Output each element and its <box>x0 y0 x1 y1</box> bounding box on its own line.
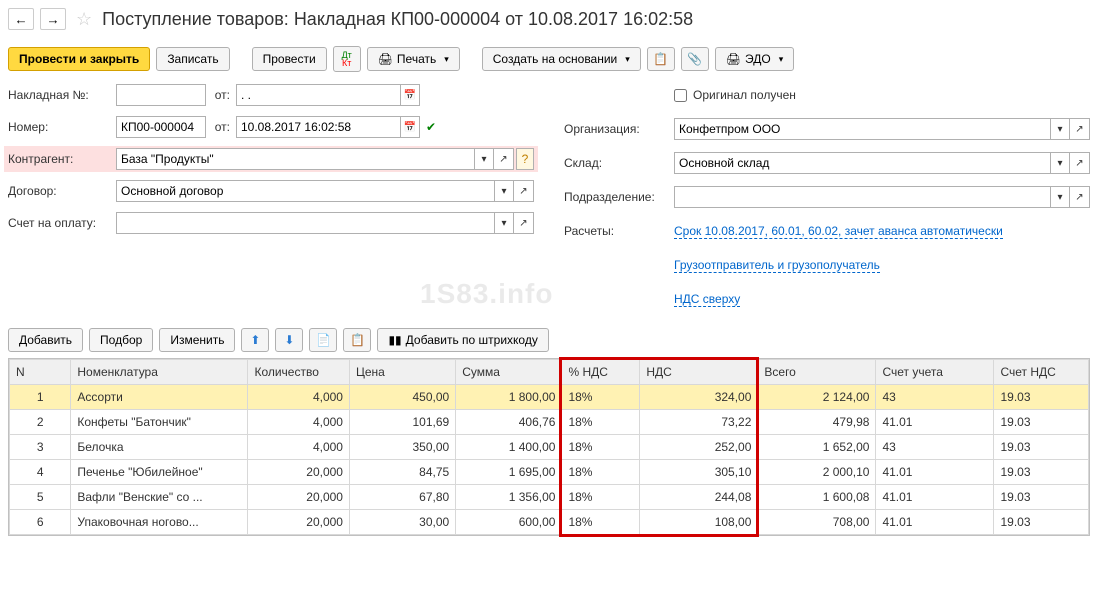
move-down-button[interactable]: ⬇ <box>275 328 303 352</box>
original-received-checkbox[interactable]: Оригинал получен <box>674 88 796 102</box>
dropdown-icon[interactable]: ▾ <box>494 180 514 202</box>
create-based-on-button[interactable]: Создать на основании <box>482 47 641 71</box>
open-icon[interactable]: ↗ <box>1070 152 1090 174</box>
warehouse-label: Склад: <box>564 156 674 170</box>
bill-label: Счет на оплату: <box>8 216 116 230</box>
open-icon[interactable]: ↗ <box>514 212 534 234</box>
table-row[interactable]: 2Конфеты "Батончик"4,000101,69406,7618%7… <box>10 410 1089 435</box>
table-row[interactable]: 5Вафли "Венские" со ...20,00067,801 356,… <box>10 485 1089 510</box>
attach-button[interactable]: 📎 <box>681 47 709 71</box>
dropdown-icon[interactable]: ▾ <box>1050 152 1070 174</box>
shipper-link[interactable]: Грузоотправитель и грузополучатель <box>674 258 880 273</box>
org-input[interactable] <box>674 118 1050 140</box>
column-header[interactable]: Цена <box>349 360 455 385</box>
post-and-close-button[interactable]: Провести и закрыть <box>8 47 150 71</box>
number-label: Номер: <box>8 120 116 134</box>
favorite-star-icon[interactable]: ☆ <box>76 9 92 30</box>
items-table[interactable]: NНоменклатураКоличествоЦенаСумма% НДСНДС… <box>9 359 1089 535</box>
check-icon[interactable]: ✔ <box>426 120 436 134</box>
original-received-label: Оригинал получен <box>693 88 796 102</box>
invoice-no-label: Накладная №: <box>8 88 116 102</box>
column-header[interactable]: Счет НДС <box>994 360 1089 385</box>
warehouse-input[interactable] <box>674 152 1050 174</box>
dropdown-icon[interactable]: ▾ <box>474 148 494 170</box>
calc-label: Расчеты: <box>564 224 674 238</box>
column-header[interactable]: НДС <box>640 360 758 385</box>
dropdown-icon[interactable]: ▾ <box>494 212 514 234</box>
column-header[interactable]: Счет учета <box>876 360 994 385</box>
table-row[interactable]: 3Белочка4,000350,001 400,0018%252,001 65… <box>10 435 1089 460</box>
nav-back-button[interactable]: ← <box>8 8 34 30</box>
number-input[interactable] <box>116 116 206 138</box>
calendar-icon[interactable] <box>400 84 420 106</box>
from-label-2: от: <box>206 120 230 134</box>
help-icon[interactable]: ? <box>516 148 534 170</box>
column-header[interactable]: Номенклатура <box>71 360 248 385</box>
open-icon[interactable]: ↗ <box>1070 118 1090 140</box>
post-button[interactable]: Провести <box>252 47 327 71</box>
edit-button[interactable]: Изменить <box>159 328 235 352</box>
open-icon[interactable]: ↗ <box>514 180 534 202</box>
vat-link[interactable]: НДС сверху <box>674 292 740 307</box>
column-header[interactable]: Всего <box>758 360 876 385</box>
report-button[interactable]: 📋 <box>647 47 675 71</box>
org-label: Организация: <box>564 122 674 136</box>
column-header[interactable]: Количество <box>248 360 350 385</box>
contract-label: Договор: <box>8 184 116 198</box>
dropdown-icon[interactable]: ▾ <box>1050 186 1070 208</box>
column-header[interactable]: N <box>10 360 71 385</box>
paste-button[interactable]: 📋 <box>343 328 371 352</box>
barcode-button[interactable]: ▮▮ Добавить по штрихкоду <box>377 328 548 352</box>
save-button[interactable]: Записать <box>156 47 229 71</box>
pick-button[interactable]: Подбор <box>89 328 153 352</box>
calc-link[interactable]: Срок 10.08.2017, 60.01, 60.02, зачет ава… <box>674 224 1003 239</box>
dtkt-button[interactable]: ДтКт <box>333 46 361 72</box>
table-row[interactable]: 6Упаковочная ногово...20,00030,00600,001… <box>10 510 1089 535</box>
table-row[interactable]: 1Ассорти4,000450,001 800,0018%324,002 12… <box>10 385 1089 410</box>
contract-input[interactable] <box>116 180 494 202</box>
calendar-icon-2[interactable] <box>400 116 420 138</box>
from-label-1: от: <box>206 88 230 102</box>
copy-button[interactable]: 📄 <box>309 328 337 352</box>
division-label: Подразделение: <box>564 190 674 204</box>
print-button[interactable]: 🖨 Печать <box>367 47 460 71</box>
dropdown-icon[interactable]: ▾ <box>1050 118 1070 140</box>
bill-input[interactable] <box>116 212 494 234</box>
date-input[interactable] <box>236 116 400 138</box>
page-title: Поступление товаров: Накладная КП00-0000… <box>102 9 693 30</box>
open-icon[interactable]: ↗ <box>494 148 514 170</box>
column-header[interactable]: % НДС <box>562 360 640 385</box>
counterparty-label: Контрагент: <box>8 152 116 166</box>
column-header[interactable]: Сумма <box>456 360 562 385</box>
table-row[interactable]: 4Печенье "Юбилейное"20,00084,751 695,001… <box>10 460 1089 485</box>
open-icon[interactable]: ↗ <box>1070 186 1090 208</box>
counterparty-input[interactable] <box>116 148 474 170</box>
invoice-no-input[interactable] <box>116 84 206 106</box>
nav-forward-button[interactable]: → <box>40 8 66 30</box>
invoice-date-input[interactable] <box>236 84 400 106</box>
edo-button[interactable]: 🖨 ЭДО <box>715 47 794 71</box>
add-row-button[interactable]: Добавить <box>8 328 83 352</box>
division-input[interactable] <box>674 186 1050 208</box>
move-up-button[interactable]: ⬆ <box>241 328 269 352</box>
